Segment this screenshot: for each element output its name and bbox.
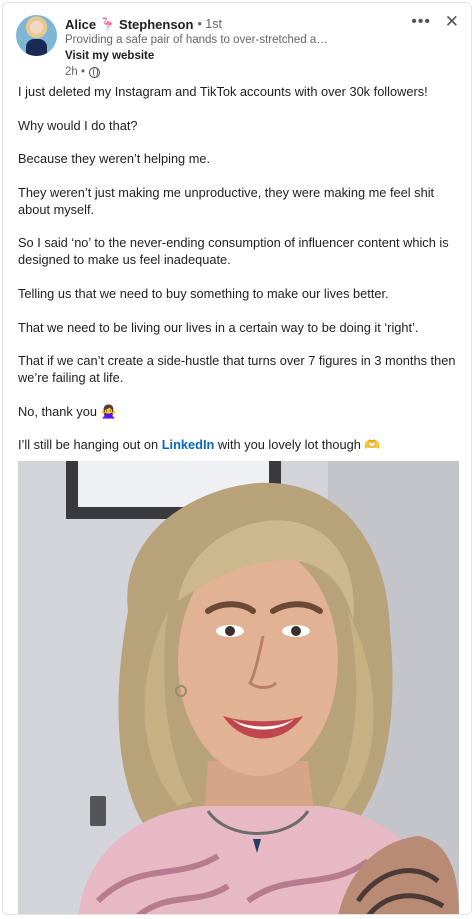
visit-website-link[interactable]: Visit my website (65, 50, 401, 65)
post-paragraph: I just deleted my Instagram and TikTok a… (18, 84, 428, 99)
author-meta: Alice 🦩 Stephenson • 1st Providing a saf… (65, 15, 401, 79)
author-first-name[interactable]: Alice (65, 17, 96, 32)
flamingo-emoji: 🦩 (100, 17, 116, 31)
left-pupil (225, 626, 235, 636)
post-paragraph: That we need to be living our lives in a… (18, 319, 419, 335)
post-paragraph: That if we can’t create a side-hustle th… (18, 353, 456, 386)
avatar-figure (26, 39, 47, 56)
post-time-row: 2h • (65, 66, 401, 78)
post-paragraph: Because they weren’t helping me. (18, 151, 211, 167)
post-last-paragraph: I’ll still be hanging out on LinkedIn wi… (18, 436, 462, 453)
more-options-button[interactable]: ••• (411, 14, 431, 30)
last-text-before: I’ll still be hanging out on (18, 437, 162, 453)
close-button[interactable]: ✕ (445, 13, 459, 30)
connection-degree: • 1st (197, 17, 222, 31)
post-text: I just deleted my Instagram and TikTok a… (18, 83, 462, 470)
post-header: Alice 🦩 Stephenson • 1st Providing a saf… (16, 13, 461, 79)
post-paragraph: No, thank you 🙅‍♀️ (18, 403, 117, 419)
globe-icon (89, 66, 101, 78)
post-card: Alice 🦩 Stephenson • 1st Providing a saf… (2, 2, 472, 915)
post-paragraph: Telling us that we need to buy something… (18, 285, 389, 301)
linkedin-link[interactable]: LinkedIn (162, 437, 215, 452)
last-text-after: with you lovely lot though 🫶 (214, 437, 381, 453)
author-avatar[interactable] (16, 15, 57, 56)
post-paragraph: Why would I do that? (18, 117, 138, 133)
post-photo[interactable] (18, 461, 459, 914)
selfie-illustration (18, 461, 459, 914)
post-paragraph: So I said ‘no’ to the never-ending consu… (18, 235, 449, 268)
switch-plate (90, 796, 106, 826)
post-time: 2h • (65, 66, 86, 78)
right-pupil (291, 626, 301, 636)
post-paragraph: They weren’t just making me unproductive… (18, 184, 435, 217)
author-headline: Providing a safe pair of hands to over-s… (65, 34, 328, 46)
author-last-name[interactable]: Stephenson (119, 17, 193, 32)
author-name-row[interactable]: Alice 🦩 Stephenson • 1st (65, 15, 401, 33)
